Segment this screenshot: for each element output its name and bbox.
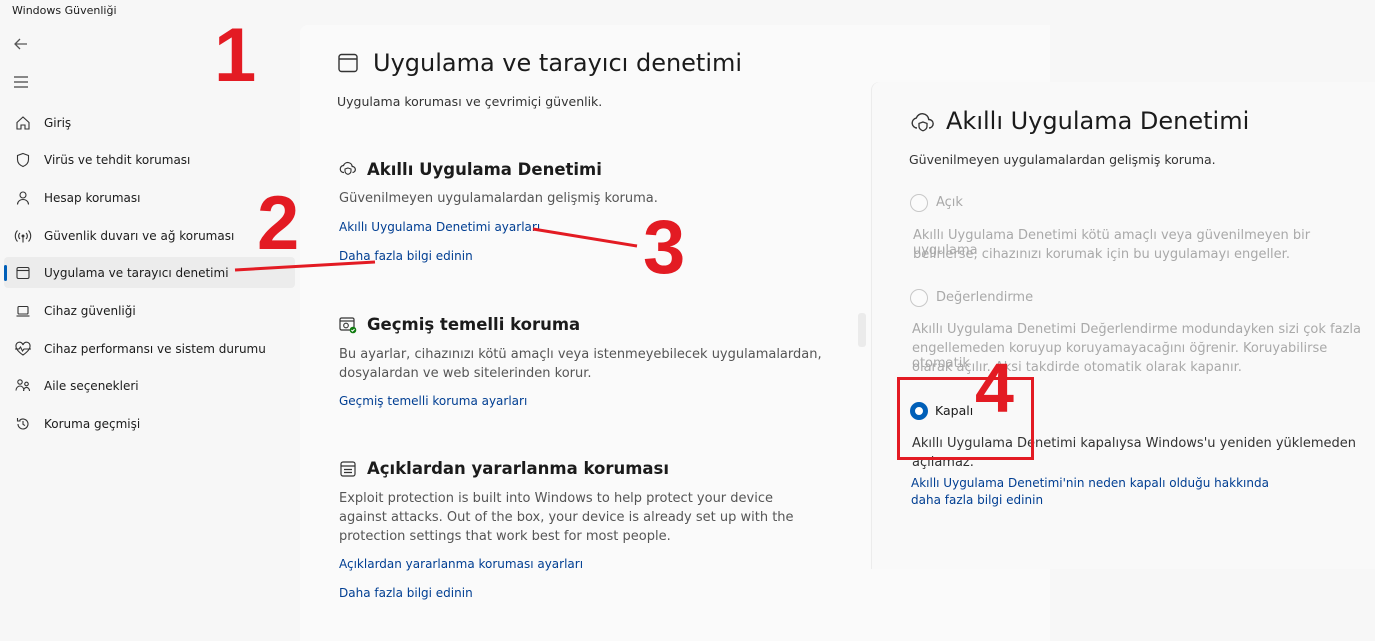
annotation-line-2 bbox=[234, 260, 376, 272]
annotation-number-1: 1 bbox=[214, 13, 257, 98]
annotation-number-3: 3 bbox=[643, 205, 686, 290]
annotation-number-4: 4 bbox=[975, 349, 1014, 427]
annotation-line-3 bbox=[532, 227, 638, 248]
annotation-number-2: 2 bbox=[257, 181, 300, 266]
annotation-lines bbox=[234, 227, 638, 272]
